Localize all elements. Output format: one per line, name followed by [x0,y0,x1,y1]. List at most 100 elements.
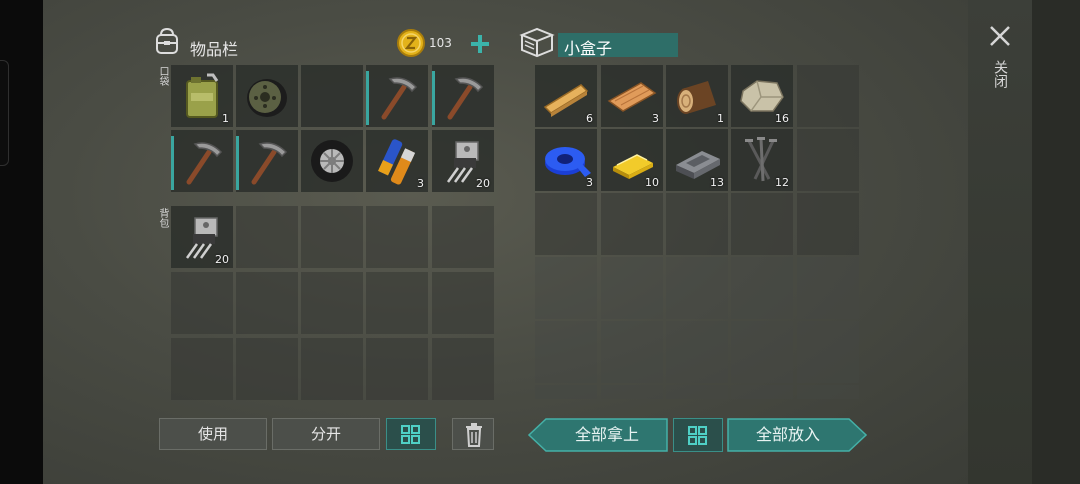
blue-tape-icon [545,147,591,177]
close-icon[interactable] [988,24,1012,48]
fuel-can-icon [186,73,219,118]
container-name-field[interactable]: 小盒子 [558,33,678,58]
coin-count: 103 [429,36,452,50]
inventory-slot[interactable]: 1 [666,65,728,127]
item-count: 10 [645,176,659,189]
use-button[interactable]: 使用 [159,418,267,450]
grid-sort-icon [688,426,707,445]
inventory-slot[interactable] [366,272,428,334]
inventory-slot[interactable] [666,385,728,399]
inventory-slot[interactable] [535,257,597,319]
pickaxe-icon [447,77,484,120]
inventory-slot[interactable] [535,193,597,255]
pickaxe-icon [251,142,288,185]
item-count: 12 [775,176,789,189]
item-count: 3 [586,176,593,189]
inventory-slot[interactable] [731,193,793,255]
inventory-slot[interactable] [797,129,859,191]
inventory-slot[interactable] [535,385,597,399]
inventory-slot[interactable] [797,257,859,319]
inventory-slot[interactable] [797,321,859,383]
inventory-slot[interactable] [301,272,363,334]
inventory-slot[interactable] [171,130,233,192]
close-button-label[interactable]: 关闭 [992,60,1008,88]
inventory-slot[interactable]: 20 [432,130,494,192]
inventory-slot[interactable] [535,321,597,383]
inventory-slot[interactable] [236,65,298,127]
add-coins-icon[interactable] [470,34,490,54]
inventory-slot[interactable] [236,272,298,334]
inventory-slot[interactable]: 13 [666,129,728,191]
inventory-slot[interactable]: 3 [366,130,428,192]
inventory-slot[interactable] [236,338,298,400]
inventory-slot[interactable]: 3 [601,65,663,127]
durability-bar [171,136,174,190]
item-count: 6 [586,112,593,125]
inventory-slot[interactable] [366,65,428,127]
inventory-slot[interactable]: 10 [601,129,663,191]
inventory-slot[interactable] [301,65,363,127]
sort-inventory-button[interactable] [386,418,436,450]
coin-icon [397,29,425,57]
inventory-slot[interactable] [171,272,233,334]
inventory-slot[interactable] [731,385,793,399]
inventory-slot[interactable] [236,206,298,268]
inventory-slot[interactable]: 12 [731,129,793,191]
trash-icon [466,423,482,447]
item-count: 13 [710,176,724,189]
inventory-slot[interactable]: 20 [171,206,233,268]
inventory-slot[interactable] [601,321,663,383]
inventory-slot[interactable] [601,385,663,399]
tire-rim-icon [247,79,287,117]
durability-bar [366,71,369,125]
inventory-slot[interactable]: 16 [731,65,793,127]
split-button[interactable]: 分开 [272,418,380,450]
inventory-slot[interactable] [601,257,663,319]
pickaxe-icon [381,77,418,120]
take-all-button[interactable]: 全部拿上 [548,418,666,452]
inventory-title: 物品栏 [190,40,239,59]
inventory-slot[interactable] [432,272,494,334]
item-count: 1 [222,112,229,125]
item-count: 16 [775,112,789,125]
item-count: 1 [717,112,724,125]
inventory-slot[interactable] [301,206,363,268]
sort-container-button[interactable] [673,418,723,452]
screen-edge [1032,0,1080,484]
inventory-slot[interactable] [236,130,298,192]
put-all-button[interactable]: 全部放入 [729,418,847,452]
container-title: 小盒子 [564,39,613,58]
inventory-slot[interactable] [366,206,428,268]
discard-button[interactable] [452,418,494,450]
log-icon [677,81,716,114]
pocket-label: 口袋 [157,66,168,86]
inventory-slot[interactable] [797,65,859,127]
inventory-slot[interactable]: 6 [535,65,597,127]
inventory-slot[interactable] [666,257,728,319]
pickaxe-icon [186,142,223,185]
inventory-slot[interactable] [666,193,728,255]
inventory-slot[interactable] [301,338,363,400]
inventory-slot[interactable] [601,193,663,255]
inventory-slot[interactable] [666,321,728,383]
grid-sort-icon [401,425,420,444]
inventory-slot[interactable] [432,65,494,127]
inventory-slot[interactable] [171,338,233,400]
inventory-slot[interactable] [731,321,793,383]
wood-plank-icon [543,84,589,117]
inventory-slot[interactable] [797,385,859,399]
durability-bar [236,136,239,190]
inventory-slot[interactable]: 3 [535,129,597,191]
inventory-slot[interactable] [366,338,428,400]
inventory-slot[interactable] [432,338,494,400]
inventory-slot[interactable] [432,206,494,268]
screen-notch [0,60,9,166]
inventory-slot[interactable]: 1 [171,65,233,127]
inventory-slot[interactable] [731,257,793,319]
item-count: 20 [476,177,490,190]
durability-bar [432,71,435,125]
inventory-slot[interactable] [301,130,363,192]
inventory-slot[interactable] [797,193,859,255]
item-count: 3 [417,177,424,190]
item-count: 20 [215,253,229,266]
